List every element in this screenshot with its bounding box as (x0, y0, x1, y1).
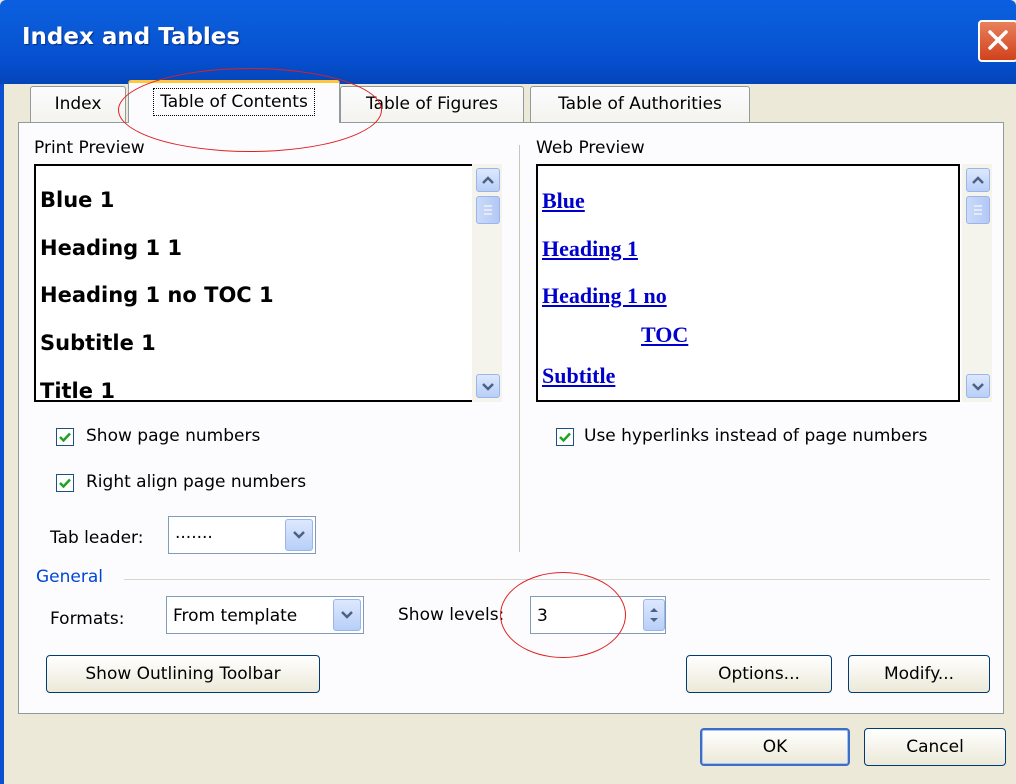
grip-icon (484, 205, 492, 215)
scroll-down-button[interactable] (476, 374, 500, 398)
scroll-up-button[interactable] (476, 168, 500, 192)
cancel-label: Cancel (906, 737, 964, 757)
checkmark-icon (59, 478, 71, 489)
formats-label: Formats: (50, 609, 125, 629)
scroll-up-button[interactable] (966, 168, 990, 192)
print-preview-item: Title 1 (40, 379, 115, 402)
tab-leader-label: Tab leader: (50, 528, 144, 548)
show-outlining-toolbar-button[interactable]: Show Outlining Toolbar (46, 655, 320, 693)
dropdown-button[interactable] (333, 599, 361, 631)
web-preview-link[interactable]: Subtitle (542, 363, 615, 389)
dropdown-button[interactable] (285, 519, 313, 551)
formats-select[interactable]: From template (166, 596, 364, 634)
options-label: Options... (718, 664, 800, 684)
column-divider (519, 145, 520, 552)
ok-label: OK (762, 737, 788, 757)
checkmark-icon (59, 432, 71, 443)
web-preview-scrollbar[interactable] (962, 164, 992, 402)
modify-button[interactable]: Modify... (848, 655, 990, 693)
options-button[interactable]: Options... (686, 655, 832, 693)
show-levels-value[interactable]: 3 (537, 606, 548, 626)
general-group-label: General (36, 567, 103, 587)
print-preview-item: Heading 1 1 (40, 236, 183, 260)
chevron-down-icon (293, 531, 305, 539)
chevron-up-icon (972, 176, 984, 184)
checkmark-icon (559, 432, 571, 443)
print-preview-scrollbar[interactable] (472, 164, 502, 402)
right-align-label[interactable]: Right align page numbers (86, 472, 306, 492)
chevron-down-icon (482, 383, 494, 391)
tab-leader-select[interactable]: ....... (168, 516, 316, 554)
print-preview-label: Print Preview (34, 138, 145, 158)
show-outlining-toolbar-label: Show Outlining Toolbar (85, 664, 281, 684)
print-preview-item: Subtitle 1 (40, 331, 156, 355)
print-preview-item: Heading 1 no TOC 1 (40, 283, 274, 307)
use-hyperlinks-label[interactable]: Use hyperlinks instead of page numbers (584, 426, 928, 446)
scroll-thumb[interactable] (476, 196, 500, 224)
ok-button[interactable]: OK (700, 728, 850, 766)
chevron-up-icon (482, 176, 494, 184)
scroll-down-button[interactable] (966, 374, 990, 398)
modify-label: Modify... (883, 664, 955, 684)
formats-value: From template (173, 606, 298, 626)
print-preview-box[interactable]: Blue 1 Heading 1 1 Heading 1 no TOC 1 Su… (34, 164, 474, 402)
show-page-numbers-label[interactable]: Show page numbers (86, 426, 260, 446)
show-levels-spinner[interactable]: 3 (530, 596, 666, 634)
chevron-down-icon (341, 611, 353, 619)
tab-leader-value: ....... (175, 523, 213, 543)
web-preview-box[interactable]: Blue Heading 1 Heading 1 no TOC Subtitle (536, 164, 960, 402)
right-align-checkbox[interactable] (56, 474, 74, 492)
use-hyperlinks-checkbox[interactable] (556, 428, 574, 446)
web-preview-label: Web Preview (536, 138, 645, 158)
web-preview-link[interactable]: Heading 1 no (542, 283, 667, 309)
web-preview-link[interactable]: Blue (542, 188, 585, 214)
print-preview-item: Blue 1 (40, 188, 115, 212)
show-levels-label: Show levels: (398, 605, 505, 625)
spin-arrows-icon (650, 608, 658, 622)
grip-icon (974, 205, 982, 215)
spin-button[interactable] (643, 599, 665, 631)
cancel-button[interactable]: Cancel (864, 728, 1006, 766)
show-page-numbers-checkbox[interactable] (56, 428, 74, 446)
chevron-down-icon (972, 383, 984, 391)
web-preview-link[interactable]: TOC (641, 322, 688, 348)
general-divider (124, 579, 990, 580)
scroll-thumb[interactable] (966, 196, 990, 224)
web-preview-link[interactable]: Heading 1 (542, 236, 638, 262)
